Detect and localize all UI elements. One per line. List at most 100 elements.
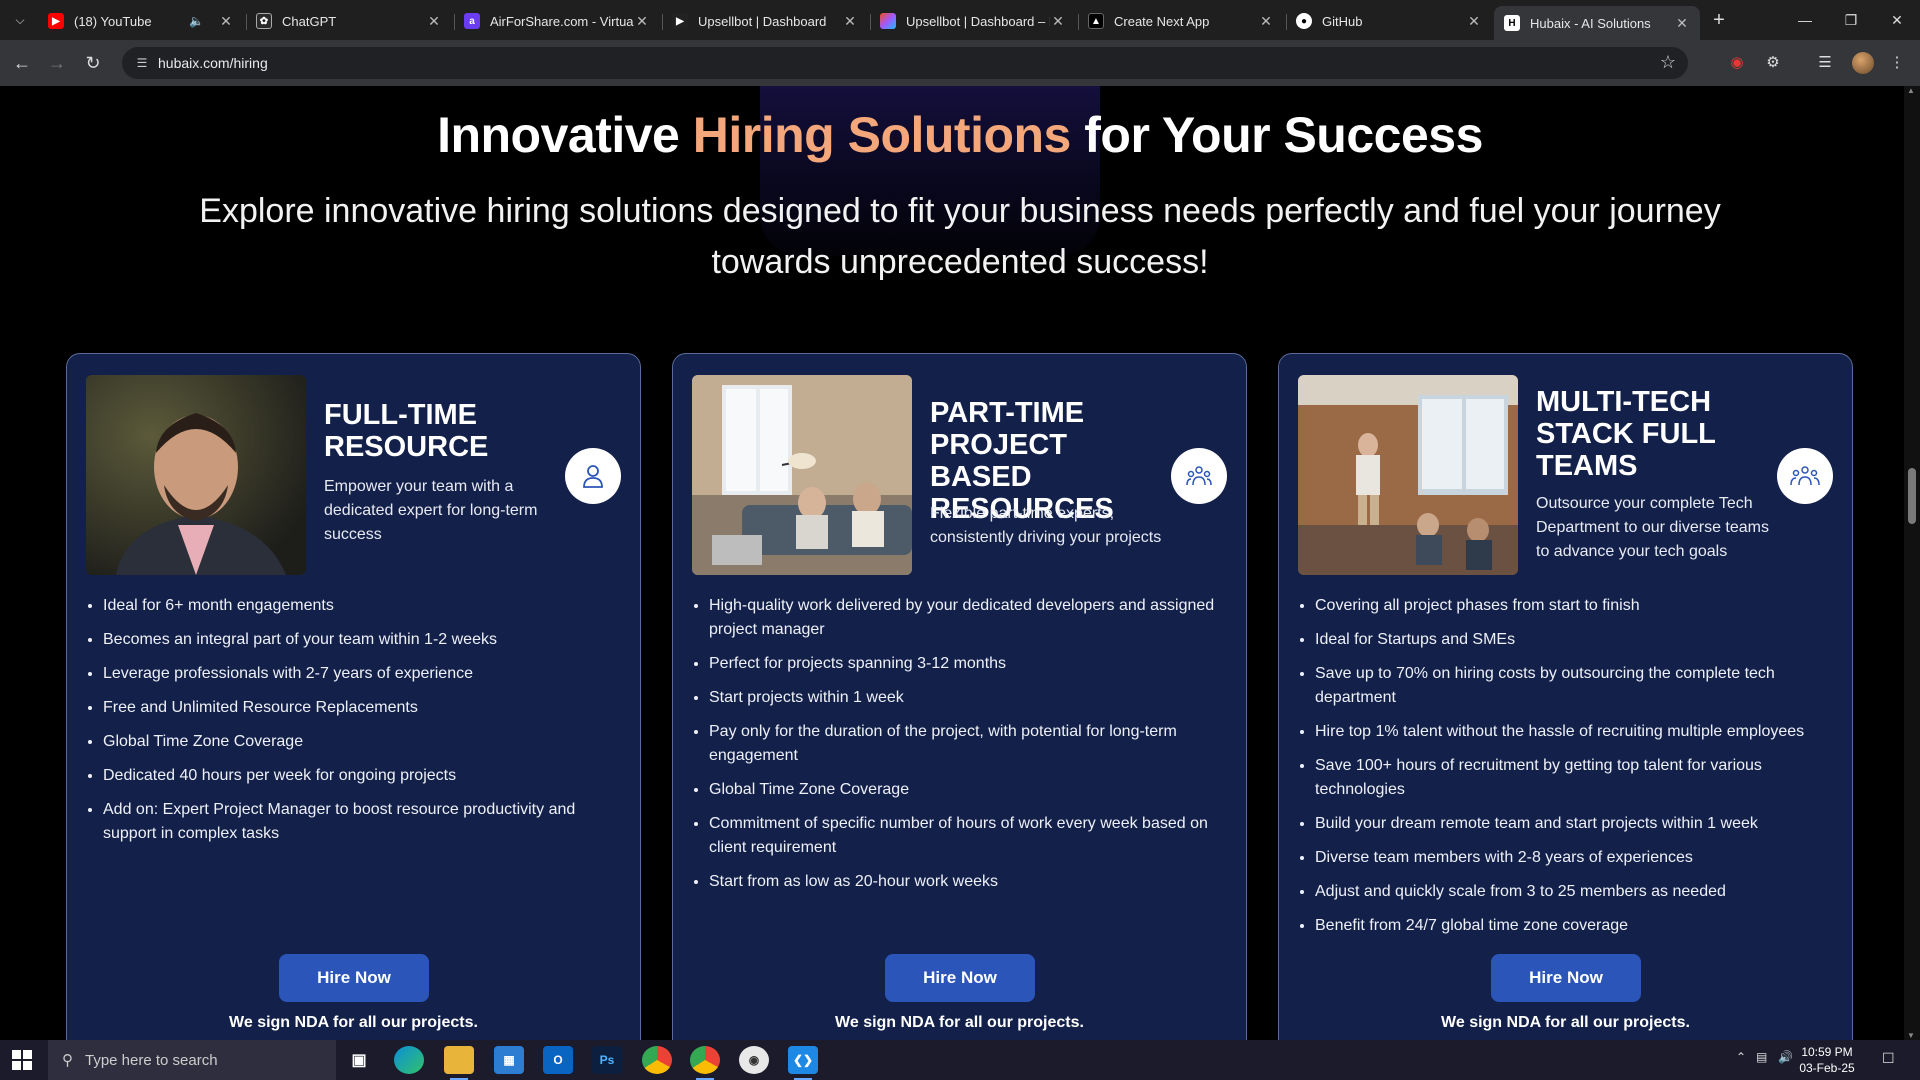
person-icon	[565, 448, 621, 504]
system-clock[interactable]: 10:59 PM 03-Feb-25	[1794, 1044, 1860, 1076]
tab-title: (18) YouTube	[74, 13, 152, 29]
nda-note: We sign NDA for all our projects.	[1441, 1014, 1690, 1031]
edge-icon[interactable]	[394, 1046, 424, 1074]
hire-now-button[interactable]: Hire Now	[279, 954, 429, 1002]
list-item: Start projects within 1 week	[709, 686, 1224, 710]
list-item: Build your dream remote team and start p…	[1315, 812, 1830, 836]
scroll-down-icon[interactable]: ▼	[1907, 1031, 1915, 1040]
scrollbar-thumb[interactable]	[1908, 468, 1916, 524]
chrome-icon[interactable]	[642, 1046, 672, 1074]
tab-title: GitHub	[1322, 13, 1363, 29]
browser-menu-icon[interactable]: ⋮	[1886, 52, 1908, 74]
clock-time: 10:59 PM	[1801, 1045, 1853, 1059]
address-bar[interactable]: ☰ hubaix.com/hiring ☆	[122, 47, 1688, 79]
media-controls-icon[interactable]: ☰	[1814, 52, 1836, 74]
taskbar-search[interactable]: ⚲ Type here to search	[48, 1040, 336, 1080]
search-placeholder: Type here to search	[85, 1051, 218, 1069]
photoshop-icon[interactable]: Ps	[592, 1046, 622, 1074]
windows-start-icon[interactable]	[12, 1050, 32, 1070]
list-item: Adjust and quickly scale from 3 to 25 me…	[1315, 880, 1830, 904]
vercel-icon: ▲	[1088, 13, 1104, 29]
list-item: Perfect for projects spanning 3-12 month…	[709, 652, 1224, 676]
close-tab-icon[interactable]: ✕	[842, 13, 858, 30]
restore-button[interactable]: ❐	[1828, 0, 1874, 40]
list-item: Leverage professionals with 2-7 years of…	[103, 662, 618, 686]
team-icon	[1777, 448, 1833, 504]
tab-github[interactable]: ● GitHub ✕	[1286, 6, 1492, 36]
hire-now-button[interactable]: Hire Now	[1491, 954, 1641, 1002]
close-tab-icon[interactable]: ✕	[1466, 13, 1482, 30]
outlook-icon[interactable]: O	[543, 1046, 573, 1074]
close-tab-icon[interactable]: ✕	[1674, 15, 1690, 32]
tray-chevron-icon[interactable]: ⌃	[1736, 1050, 1746, 1064]
speaker-icon[interactable]: 🔈	[189, 14, 204, 28]
tab-title: Upsellbot | Dashboard	[698, 13, 827, 29]
youtube-icon: ▶	[48, 13, 64, 29]
vscode-icon[interactable]: ❮❯	[788, 1046, 818, 1080]
extension-icon[interactable]: ◉	[1726, 52, 1748, 74]
file-explorer-icon[interactable]	[444, 1046, 474, 1080]
list-item: High-quality work delivered by your dedi…	[709, 594, 1224, 642]
tab-hubaix[interactable]: H Hubaix - AI Solutions ✕	[1494, 6, 1700, 40]
list-item: Dedicated 40 hours per week for ongoing …	[103, 764, 618, 788]
tab-title: Upsellbot | Dashboard – F	[906, 13, 1050, 29]
url-text[interactable]: hubaix.com/hiring	[158, 55, 268, 71]
title-accent: Hiring Solutions	[692, 107, 1072, 163]
list-item: Save up to 70% on hiring costs by outsou…	[1315, 662, 1830, 710]
nda-note: We sign NDA for all our projects.	[835, 1014, 1084, 1031]
extensions-puzzle-icon[interactable]: ⚙	[1762, 52, 1784, 74]
list-item: Pay only for the duration of the project…	[709, 720, 1224, 768]
back-button[interactable]: ←	[9, 50, 35, 76]
close-tab-icon[interactable]: ✕	[218, 13, 234, 30]
card-part-time-resources: PART-TIME PROJECT BASED RESOURCES Flexib…	[672, 353, 1247, 1040]
card-photo-team-meeting	[1298, 375, 1518, 575]
team-icon	[1171, 448, 1227, 504]
card-description: Outsource your complete Tech Department …	[1536, 495, 1769, 560]
card-description: Flexible part-time experts, consistently…	[930, 505, 1162, 546]
tab-upsellbot[interactable]: ▶ Upsellbot | Dashboard ✕	[662, 6, 868, 36]
notifications-icon[interactable]: ☐	[1882, 1050, 1895, 1067]
tab-search-button[interactable]: ⌵	[8, 8, 32, 32]
list-item: Start from as low as 20-hour work weeks	[709, 870, 1224, 894]
chrome-secondary-icon[interactable]: ◉	[739, 1046, 769, 1074]
list-item: Diverse team members with 2-8 years of e…	[1315, 846, 1830, 870]
task-view-icon[interactable]: ▣	[344, 1046, 374, 1074]
close-tab-icon[interactable]: ✕	[1050, 13, 1066, 30]
nda-note: We sign NDA for all our projects.	[229, 1014, 478, 1031]
profile-avatar[interactable]	[1852, 52, 1874, 74]
search-icon: ⚲	[62, 1052, 73, 1069]
list-item: Ideal for Startups and SMEs	[1315, 628, 1830, 652]
tab-chatgpt[interactable]: ✿ ChatGPT ✕	[246, 6, 452, 36]
card-feature-list: Covering all project phases from start t…	[1315, 594, 1830, 948]
browser-toolbar: ← → ↻ ☰ hubaix.com/hiring ☆ ◉ ⚙ ☰ ⋮	[0, 40, 1920, 86]
reload-button[interactable]: ↻	[80, 50, 106, 76]
tab-create-next-app[interactable]: ▲ Create Next App ✕	[1078, 6, 1284, 36]
page-title: Innovative Hiring Solutions for Your Suc…	[437, 107, 1483, 163]
tab-title: Hubaix - AI Solutions	[1530, 15, 1651, 31]
hubaix-icon: H	[1504, 15, 1520, 31]
close-window-button[interactable]: ✕	[1874, 0, 1920, 40]
card-photo-laptop-workers	[692, 375, 912, 575]
tab-youtube[interactable]: ▶ (18) YouTube 🔈 ✕	[38, 6, 244, 36]
bookmark-star-icon[interactable]: ☆	[1660, 52, 1676, 73]
close-tab-icon[interactable]: ✕	[634, 13, 650, 30]
new-tab-button[interactable]: +	[1706, 8, 1732, 34]
close-tab-icon[interactable]: ✕	[1258, 13, 1274, 30]
page-scrollbar[interactable]: ▲ ▼	[1904, 86, 1920, 1040]
store-icon[interactable]: ▦	[494, 1046, 524, 1074]
tab-figma[interactable]: Upsellbot | Dashboard – F ✕	[870, 6, 1076, 36]
close-tab-icon[interactable]: ✕	[426, 13, 442, 30]
volume-icon[interactable]: 🔊	[1778, 1050, 1793, 1064]
tab-title: AirForShare.com - Virtual	[490, 13, 634, 29]
card-multi-tech-teams: MULTI-TECH STACK FULL TEAMS Outsource yo…	[1278, 353, 1853, 1040]
forward-button[interactable]: →	[44, 50, 70, 76]
browser-tab-strip: ⌵ ▶ (18) YouTube 🔈 ✕ ✿ ChatGPT ✕ a AirFo…	[0, 0, 1920, 40]
chrome-profile-icon[interactable]	[690, 1046, 720, 1080]
list-item: Ideal for 6+ month engagements	[103, 594, 618, 618]
site-info-icon[interactable]: ☰	[134, 55, 150, 71]
hire-now-button[interactable]: Hire Now	[885, 954, 1035, 1002]
scroll-up-icon[interactable]: ▲	[1907, 86, 1915, 95]
network-icon[interactable]: ▤	[1756, 1050, 1767, 1064]
minimize-button[interactable]: —	[1782, 0, 1828, 40]
tab-airforshare[interactable]: a AirForShare.com - Virtual ✕	[454, 6, 660, 36]
